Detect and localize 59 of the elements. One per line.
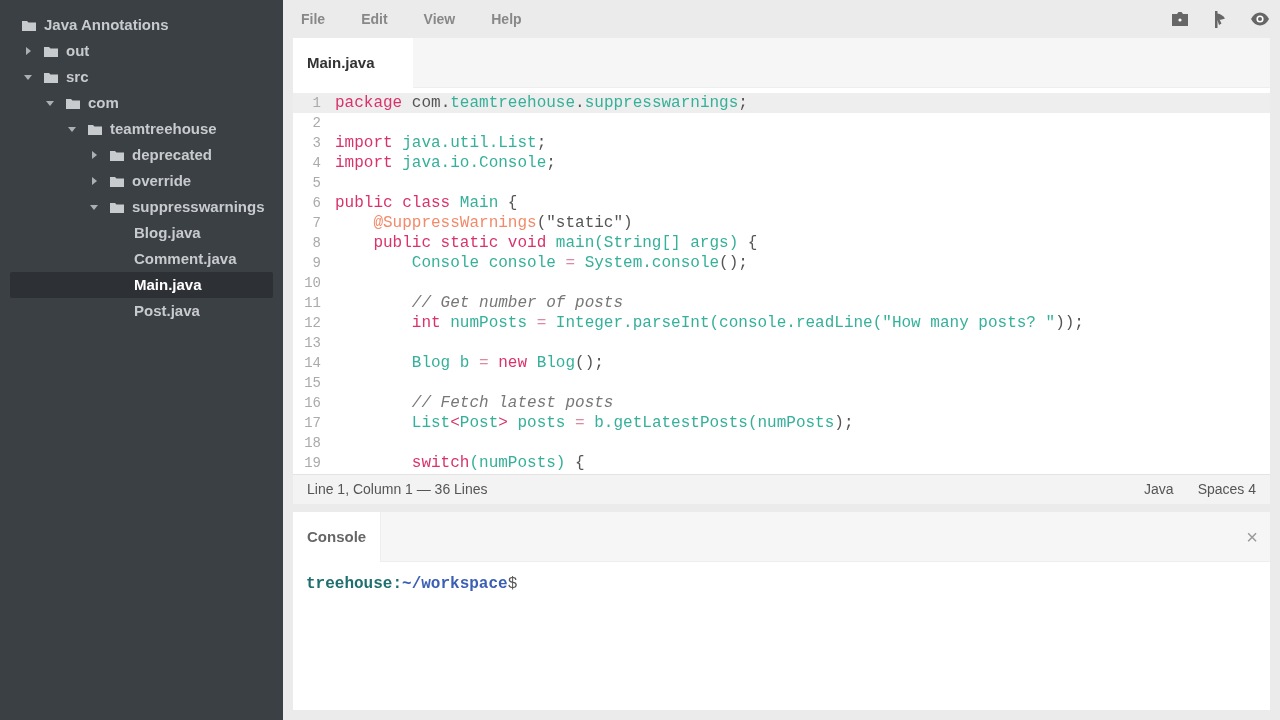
terminal-prompt: treehouse:~/workspace$ — [306, 575, 518, 593]
line-number: 1 — [311, 94, 321, 113]
code-line: public class Main { — [335, 193, 518, 213]
line-number: 12 — [303, 314, 321, 333]
line-number: 11 — [303, 294, 321, 313]
line-number: 3 — [311, 134, 321, 153]
tree-item[interactable]: override — [10, 168, 273, 194]
code-line: int numPosts = Integer.parseInt(console.readLine("How many posts? ")); — [410, 313, 1084, 333]
line-number: 9 — [311, 254, 321, 273]
tree-item[interactable]: Main.java — [10, 272, 273, 298]
folder-icon — [22, 19, 36, 31]
tree-item[interactable]: teamtreehouse — [10, 116, 273, 142]
tree-item[interactable]: Post.java — [10, 298, 273, 324]
line-number: 13 — [303, 334, 321, 353]
code-line: List<Post> posts = b.getLatestPosts(numPosts); — [410, 413, 854, 433]
folder-icon — [110, 201, 124, 213]
tree-item[interactable]: out — [10, 38, 273, 64]
tree-item[interactable]: Blog.java — [10, 220, 273, 246]
tree-item[interactable]: Comment.java — [10, 246, 273, 272]
language-label: Java — [1144, 480, 1174, 499]
folder-icon — [44, 45, 58, 57]
line-number: 19 — [303, 454, 321, 473]
code-line: // Get number of posts — [410, 293, 624, 313]
code-line: public static void main(String[] args) { — [372, 233, 758, 253]
line-number: 10 — [303, 274, 321, 293]
tree-item[interactable]: com — [10, 90, 273, 116]
folder-icon — [88, 123, 102, 135]
code-line: import java.io.Console; — [335, 153, 556, 173]
cursor-position: Line 1, Column 1 — 36 Lines — [307, 480, 488, 499]
tree-item[interactable]: src — [10, 64, 273, 90]
line-number: 7 — [311, 214, 321, 233]
line-number: 5 — [311, 174, 321, 193]
line-number: 2 — [311, 114, 321, 133]
line-number: 15 — [303, 374, 321, 393]
line-number: 17 — [303, 414, 321, 433]
code-line: @SuppressWarnings("static") — [372, 213, 633, 233]
code-line: import java.util.List; — [335, 133, 547, 153]
line-number: 4 — [311, 154, 321, 173]
folder-icon — [110, 149, 124, 161]
code-line: switch(numPosts) { — [410, 453, 585, 473]
line-number: 14 — [303, 354, 321, 373]
indent-setting: Spaces 4 — [1197, 480, 1256, 499]
tree-item[interactable]: Java Annotations — [10, 12, 273, 38]
folder-icon — [66, 97, 80, 109]
line-number: 8 — [311, 234, 321, 253]
folder-icon — [44, 71, 58, 83]
tree-item[interactable]: suppresswarnings — [10, 194, 273, 220]
code-line: package com.teamtreehouse.suppresswarnings; — [335, 93, 748, 113]
folder-icon — [110, 175, 124, 187]
line-number: 16 — [303, 394, 321, 413]
camera-icon[interactable] — [1170, 9, 1190, 29]
tree-item[interactable]: deprecated — [10, 142, 273, 168]
code-line: Blog b = new Blog(); — [410, 353, 604, 373]
code-line: // Fetch latest posts — [410, 393, 614, 413]
line-number: 6 — [311, 194, 321, 213]
console-tab[interactable]: Console — [293, 512, 382, 562]
file-tab[interactable]: Main.java — [293, 38, 413, 88]
code-line: Console console = System.console(); — [410, 253, 748, 273]
line-number: 18 — [303, 434, 321, 453]
